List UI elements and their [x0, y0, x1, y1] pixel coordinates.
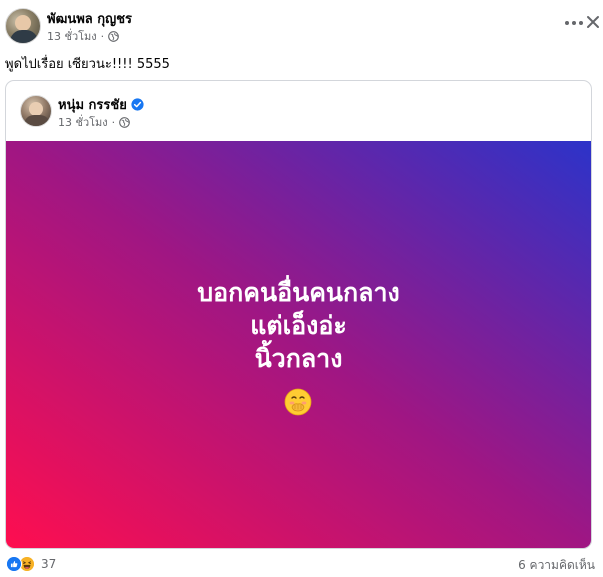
text-post-content: บอกคนอื่นคนกลาง แต่เอ็งอ่ะ นิ้วกลาง	[6, 276, 591, 375]
comments-count[interactable]: 6 ความคิดเห็น	[518, 556, 595, 575]
face-with-hand-over-mouth-emoji-icon	[284, 388, 312, 416]
shared-avatar-body	[24, 115, 50, 126]
reaction-count[interactable]: 37	[41, 557, 56, 571]
shared-author-name[interactable]: หนุ่ม กรรชัย	[58, 94, 127, 115]
close-icon[interactable]	[586, 15, 600, 29]
shared-author-avatar[interactable]	[20, 95, 52, 127]
avatar-body	[10, 30, 38, 43]
post-caption: พูดไปเรื่อย เซียวนะ!!!! 5555	[5, 57, 170, 72]
shared-post-header: หนุ่ม กรรชัย 13 ชั่วโมง ·	[6, 81, 591, 141]
more-options-icon[interactable]	[562, 16, 586, 30]
text-line: แต่เอ็งอ่ะ	[250, 311, 347, 340]
shared-post-time[interactable]: 13 ชั่วโมง	[58, 113, 108, 131]
shared-post-meta: 13 ชั่วโมง ·	[58, 113, 131, 131]
post-meta: 13 ชั่วโมง ·	[47, 27, 120, 45]
shared-author-name-row: หนุ่ม กรรชัย	[58, 94, 144, 115]
like-reaction-icon	[6, 556, 22, 572]
text-post-background: บอกคนอื่นคนกลาง แต่เอ็งอ่ะ นิ้วกลาง	[6, 141, 591, 548]
avatar-face	[15, 15, 31, 31]
text-line: บอกคนอื่นคนกลาง	[197, 278, 400, 307]
verified-badge-icon	[131, 98, 144, 111]
shared-post-card[interactable]: หนุ่ม กรรชัย 13 ชั่วโมง · บอกคนอื่นคนกลา…	[5, 80, 592, 549]
shared-avatar-face	[29, 102, 43, 116]
author-name[interactable]: พัฒนพล กุญชร	[47, 8, 132, 29]
post-time[interactable]: 13 ชั่วโมง	[47, 27, 97, 45]
author-avatar[interactable]	[5, 8, 41, 44]
globe-icon	[108, 30, 120, 42]
text-line: นิ้วกลาง	[254, 344, 343, 373]
reactions-summary[interactable]: 37	[6, 556, 56, 572]
post-header: พัฒนพล กุญชร 13 ชั่วโมง ·	[0, 0, 603, 50]
globe-icon	[119, 116, 131, 128]
